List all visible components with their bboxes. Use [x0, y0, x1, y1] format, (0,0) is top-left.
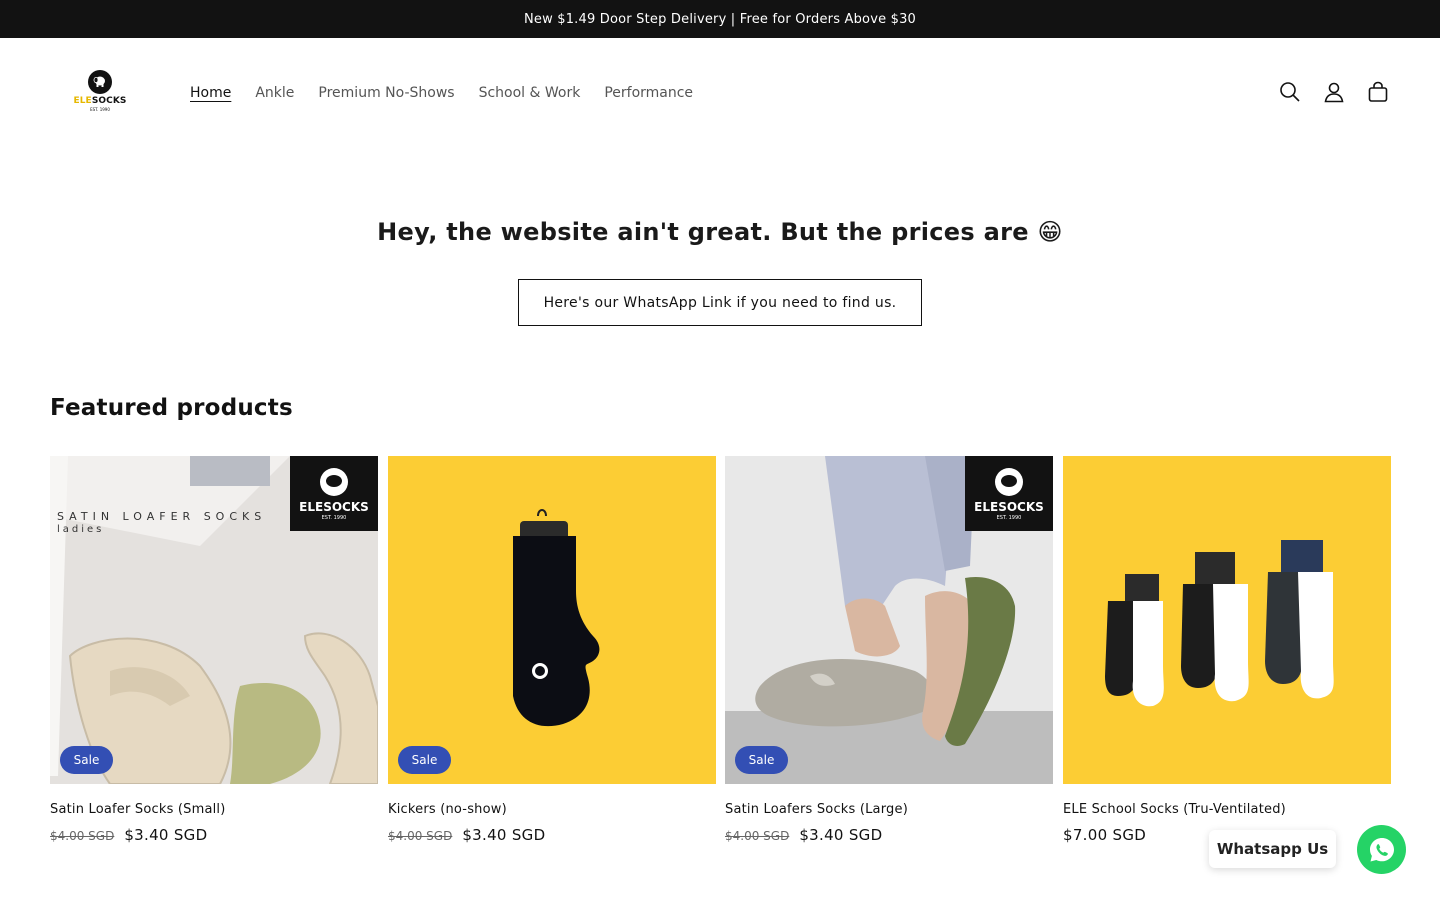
cart-icon[interactable] [1366, 80, 1390, 104]
product-card[interactable]: ELESOCKS Sale Kickers (no-show) $4.00 SG… [388, 456, 716, 844]
nav-premium-no-shows[interactable]: Premium No-Shows [306, 82, 466, 104]
featured-products-title: Featured products [50, 395, 293, 421]
brand-tag: ELESOCKS [974, 500, 1044, 514]
brand-est: EST. 1990 [321, 515, 347, 521]
regular-price: $7.00 SGD [1063, 826, 1147, 844]
announcement-text: New $1.49 Door Step Delivery | Free for … [523, 11, 917, 27]
image-subcaption: ladies [57, 524, 105, 535]
search-icon[interactable] [1278, 80, 1302, 104]
sale-badge: Sale [398, 746, 451, 774]
site-logo[interactable]: ELESOCKS EST. 1990 [62, 70, 138, 118]
whatsapp-icon[interactable] [1357, 825, 1406, 874]
main-nav: Home Ankle Premium No-Shows School & Wor… [178, 82, 705, 104]
product-card[interactable]: ELESOCKS EST. 1990 Sale Satin Loafers So… [725, 456, 1053, 844]
product-title[interactable]: Satin Loafer Socks (Small) [50, 802, 378, 817]
sale-price: $3.40 SGD [799, 826, 883, 844]
logo-wordmark: ELESOCKS [73, 96, 127, 106]
product-title[interactable]: Kickers (no-show) [388, 802, 716, 817]
site-header: ELESOCKS EST. 1990 Home Ankle Premium No… [0, 38, 1440, 148]
product-image [1063, 456, 1391, 784]
brand-est: EST. 1990 [996, 515, 1022, 521]
announcement-bar: New $1.49 Door Step Delivery | Free for … [0, 0, 1440, 38]
product-grid: SATIN LOAFER SOCKS ladies ELESOCKS EST. … [50, 456, 1391, 876]
brand-tag: ELESOCKS [299, 500, 369, 514]
product-card[interactable]: ELE School Socks (Tru-Ventilated) $7.00 … [1063, 456, 1391, 844]
nav-performance[interactable]: Performance [592, 82, 705, 104]
nav-home[interactable]: Home [178, 82, 243, 104]
product-price: $4.00 SGD $3.40 SGD [725, 826, 1053, 844]
elephant-icon [88, 70, 112, 94]
sale-badge: Sale [735, 746, 788, 774]
hero-title: Hey, the website ain't great. But the pr… [377, 218, 1063, 246]
product-price: $4.00 SGD $3.40 SGD [50, 826, 378, 844]
product-image: ELESOCKS EST. 1990 Sale [725, 456, 1053, 784]
header-icons [1278, 80, 1390, 104]
product-image: ELESOCKS Sale [388, 456, 716, 784]
account-icon[interactable] [1322, 80, 1346, 104]
product-title[interactable]: Satin Loafers Socks (Large) [725, 802, 1053, 817]
sale-price: $3.40 SGD [462, 826, 546, 844]
product-image: SATIN LOAFER SOCKS ladies ELESOCKS EST. … [50, 456, 378, 784]
product-title[interactable]: ELE School Socks (Tru-Ventilated) [1063, 802, 1391, 817]
nav-ankle[interactable]: Ankle [243, 82, 306, 104]
product-price: $4.00 SGD $3.40 SGD [388, 826, 716, 844]
image-caption: SATIN LOAFER SOCKS [57, 510, 267, 523]
compare-price: $4.00 SGD [50, 829, 115, 843]
nav-school-work[interactable]: School & Work [467, 82, 593, 104]
sale-price: $3.40 SGD [124, 826, 208, 844]
compare-price: $4.00 SGD [725, 829, 790, 843]
sale-badge: Sale [60, 746, 113, 774]
logo-est: EST. 1990 [90, 107, 110, 112]
whatsapp-link-button[interactable]: Here's our WhatsApp Link if you need to … [518, 279, 922, 326]
whatsapp-label[interactable]: Whatsapp Us [1209, 830, 1336, 868]
product-card[interactable]: SATIN LOAFER SOCKS ladies ELESOCKS EST. … [50, 456, 378, 844]
compare-price: $4.00 SGD [388, 829, 453, 843]
